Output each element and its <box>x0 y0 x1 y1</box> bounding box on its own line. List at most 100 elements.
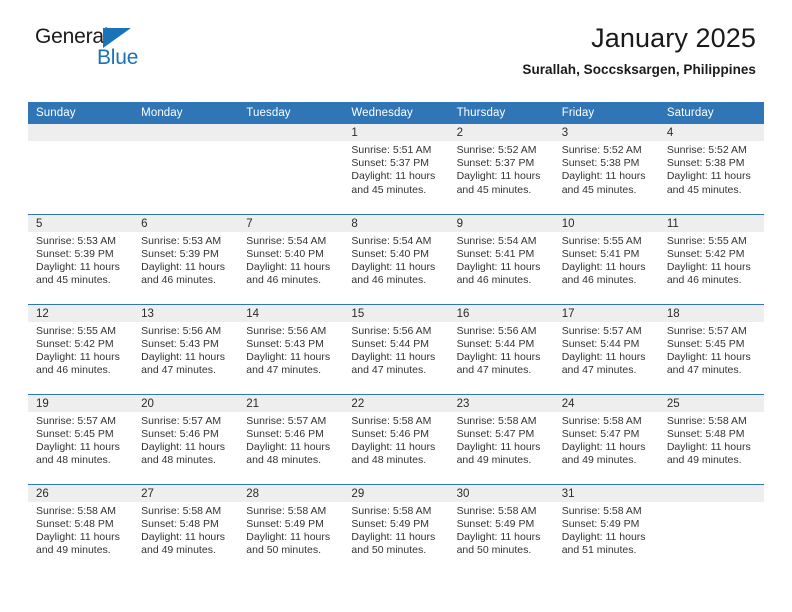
daylight-duration-line2: and 49 minutes. <box>456 454 532 467</box>
sunrise-time: Sunrise: 5:53 AM <box>36 234 116 247</box>
day-number: 1 <box>343 124 449 141</box>
daylight-duration-line1: Daylight: 11 hours <box>561 260 646 273</box>
daylight-duration-line1: Daylight: 11 hours <box>666 440 751 453</box>
day-number: 8 <box>343 214 449 232</box>
sunrise-time: Sunrise: 5:57 AM <box>141 414 222 427</box>
calendar-day-cell[interactable]: 4 Sunrise: 5:52 AM Sunset: 5:38 PM Daylight… <box>658 124 764 214</box>
sunrise-time: Sunrise: 5:55 AM <box>561 234 642 247</box>
sunset-time: Sunset: 5:49 PM <box>246 517 324 530</box>
calendar-day-cell[interactable]: 12 Sunrise: 5:55 AM Sunset: 5:42 PM Dayligh… <box>28 303 134 394</box>
calendar-day-cell[interactable]: 24 Sunrise: 5:58 AM Sunset: 5:47 PM Dayligh… <box>553 393 659 484</box>
daylight-duration-line1: Daylight: 11 hours <box>36 260 120 273</box>
calendar-day-cell[interactable]: 1 Sunrise: 5:51 AM Sunset: 5:37 PM Daylight… <box>343 124 449 214</box>
day-number: 9 <box>448 214 554 232</box>
daylight-duration-line2: and 45 minutes. <box>456 183 532 196</box>
day-number: 19 <box>28 394 134 412</box>
calendar-day-cell[interactable]: 31 Sunrise: 5:58 AM Sunset: 5:49 PM Dayligh… <box>553 483 659 574</box>
calendar-day-cell[interactable]: 2 Sunrise: 5:52 AM Sunset: 5:37 PM Daylight… <box>448 124 554 214</box>
sunrise-time: Sunrise: 5:55 AM <box>36 324 116 337</box>
calendar-day-cell[interactable]: 15 Sunrise: 5:56 AM Sunset: 5:44 PM Dayligh… <box>343 303 449 394</box>
daylight-duration-line1: Daylight: 11 hours <box>561 170 646 183</box>
daylight-duration-line1: Daylight: 11 hours <box>456 530 541 543</box>
calendar-day-cell[interactable]: 20 Sunrise: 5:57 AM Sunset: 5:46 PM Dayligh… <box>133 393 239 484</box>
sunset-time: Sunset: 5:43 PM <box>141 337 219 350</box>
calendar-week-row: 12 Sunrise: 5:55 AM Sunset: 5:42 PM Dayligh… <box>28 303 764 394</box>
calendar-day-cell[interactable]: 27 Sunrise: 5:58 AM Sunset: 5:48 PM Dayligh… <box>133 483 239 574</box>
calendar-day-cell[interactable]: 11 Sunrise: 5:55 AM Sunset: 5:42 PM Dayligh… <box>658 213 764 304</box>
triangle-icon <box>103 28 131 48</box>
daylight-duration-line2: and 46 minutes. <box>141 274 216 287</box>
sunrise-time: Sunrise: 5:58 AM <box>141 504 222 517</box>
sunset-time: Sunset: 5:45 PM <box>666 337 745 350</box>
day-number: 31 <box>553 484 659 502</box>
daylight-duration-line1: Daylight: 11 hours <box>666 170 751 183</box>
sunrise-time: Sunrise: 5:56 AM <box>246 324 327 337</box>
daylight-duration-line1: Daylight: 11 hours <box>141 530 225 543</box>
sunrise-time: Sunrise: 5:52 AM <box>561 144 642 156</box>
weekday-header-saturday: Saturday <box>658 102 764 124</box>
daylight-duration-line1: Daylight: 11 hours <box>561 350 646 363</box>
sunset-time: Sunset: 5:49 PM <box>561 517 640 530</box>
sunset-time: Sunset: 5:46 PM <box>246 427 324 440</box>
calendar-body: 1 Sunrise: 5:51 AM Sunset: 5:37 PM Daylight… <box>28 124 764 574</box>
sunrise-sunset-calendar: Sunday Monday Tuesday Wednesday Thursday… <box>28 102 764 574</box>
day-details: Sunrise: 5:55 AM Sunset: 5:42 PM Daylight:… <box>28 322 133 378</box>
calendar-day-cell[interactable]: 8 Sunrise: 5:54 AM Sunset: 5:40 PM Daylight… <box>343 213 449 304</box>
daylight-duration-line1: Daylight: 11 hours <box>36 530 120 543</box>
calendar-day-cell[interactable]: 28 Sunrise: 5:58 AM Sunset: 5:49 PM Dayligh… <box>238 483 344 574</box>
sunrise-time: Sunrise: 5:56 AM <box>456 324 537 337</box>
daylight-duration-line2: and 46 minutes. <box>561 274 637 287</box>
calendar-day-cell[interactable]: 25 Sunrise: 5:58 AM Sunset: 5:48 PM Dayligh… <box>658 393 764 484</box>
sunset-time: Sunset: 5:49 PM <box>456 517 535 530</box>
calendar-day-cell[interactable]: 10 Sunrise: 5:55 AM Sunset: 5:41 PM Dayligh… <box>553 213 659 304</box>
calendar-day-cell[interactable]: 21 Sunrise: 5:57 AM Sunset: 5:46 PM Dayligh… <box>238 393 344 484</box>
day-number: 10 <box>553 214 659 232</box>
daylight-duration-line1: Daylight: 11 hours <box>456 350 541 363</box>
day-number: 30 <box>448 484 554 502</box>
sunset-time: Sunset: 5:42 PM <box>36 337 114 350</box>
daylight-duration-line2: and 47 minutes. <box>351 364 427 377</box>
sunrise-time: Sunrise: 5:52 AM <box>456 144 537 156</box>
day-details: Sunrise: 5:58 AM Sunset: 5:46 PM Daylight:… <box>343 412 448 468</box>
day-number: 13 <box>133 304 239 322</box>
day-details: Sunrise: 5:51 AM Sunset: 5:37 PM Daylight:… <box>343 141 448 197</box>
calendar-cell-empty <box>133 124 239 214</box>
daylight-duration-line2: and 49 minutes. <box>36 544 111 557</box>
sunset-time: Sunset: 5:41 PM <box>456 247 535 260</box>
day-number: 3 <box>553 124 659 141</box>
calendar-day-cell[interactable]: 5 Sunrise: 5:53 AM Sunset: 5:39 PM Daylight… <box>28 213 134 304</box>
day-details: Sunrise: 5:57 AM Sunset: 5:44 PM Daylight:… <box>554 322 659 378</box>
sunset-time: Sunset: 5:44 PM <box>561 337 640 350</box>
day-number: 23 <box>448 394 554 412</box>
daylight-duration-line1: Daylight: 11 hours <box>456 440 541 453</box>
calendar-day-cell[interactable]: 6 Sunrise: 5:53 AM Sunset: 5:39 PM Daylight… <box>133 213 239 304</box>
day-details: Sunrise: 5:53 AM Sunset: 5:39 PM Daylight:… <box>133 232 238 288</box>
calendar-day-cell[interactable]: 18 Sunrise: 5:57 AM Sunset: 5:45 PM Dayligh… <box>658 303 764 394</box>
calendar-day-cell[interactable]: 17 Sunrise: 5:57 AM Sunset: 5:44 PM Dayligh… <box>553 303 659 394</box>
day-number: 24 <box>553 394 659 412</box>
calendar-day-cell[interactable]: 30 Sunrise: 5:58 AM Sunset: 5:49 PM Dayligh… <box>448 483 554 574</box>
daylight-duration-line2: and 46 minutes. <box>666 274 742 287</box>
calendar-day-cell[interactable]: 13 Sunrise: 5:56 AM Sunset: 5:43 PM Dayligh… <box>133 303 239 394</box>
daylight-duration-line1: Daylight: 11 hours <box>246 350 331 363</box>
day-number: 12 <box>28 304 134 322</box>
calendar-day-cell[interactable]: 14 Sunrise: 5:56 AM Sunset: 5:43 PM Dayligh… <box>238 303 344 394</box>
daylight-duration-line1: Daylight: 11 hours <box>141 260 225 273</box>
daylight-duration-line1: Daylight: 11 hours <box>351 530 436 543</box>
day-details: Sunrise: 5:57 AM Sunset: 5:45 PM Daylight:… <box>28 412 133 468</box>
calendar-day-cell[interactable]: 9 Sunrise: 5:54 AM Sunset: 5:41 PM Daylight… <box>448 213 554 304</box>
calendar-day-cell[interactable]: 3 Sunrise: 5:52 AM Sunset: 5:38 PM Daylight… <box>553 124 659 214</box>
calendar-day-cell[interactable]: 23 Sunrise: 5:58 AM Sunset: 5:47 PM Dayligh… <box>448 393 554 484</box>
calendar-day-cell[interactable]: 7 Sunrise: 5:54 AM Sunset: 5:40 PM Daylight… <box>238 213 344 304</box>
sunrise-time: Sunrise: 5:54 AM <box>456 234 537 247</box>
day-details: Sunrise: 5:58 AM Sunset: 5:48 PM Daylight:… <box>28 502 133 558</box>
calendar-day-cell[interactable]: 16 Sunrise: 5:56 AM Sunset: 5:44 PM Dayligh… <box>448 303 554 394</box>
calendar-day-cell[interactable]: 22 Sunrise: 5:58 AM Sunset: 5:46 PM Dayligh… <box>343 393 449 484</box>
calendar-day-cell[interactable]: 29 Sunrise: 5:58 AM Sunset: 5:49 PM Dayligh… <box>343 483 449 574</box>
generalblue-logo[interactable]: General Blue <box>35 26 235 74</box>
daylight-duration-line2: and 48 minutes. <box>141 454 216 467</box>
calendar-header-row: Sunday Monday Tuesday Wednesday Thursday… <box>28 102 764 124</box>
calendar-day-cell[interactable]: 19 Sunrise: 5:57 AM Sunset: 5:45 PM Dayligh… <box>28 393 134 484</box>
calendar-day-cell[interactable]: 26 Sunrise: 5:58 AM Sunset: 5:48 PM Dayligh… <box>28 483 134 574</box>
calendar-page: General Blue January 2025 Surallah, Socc… <box>0 0 792 612</box>
